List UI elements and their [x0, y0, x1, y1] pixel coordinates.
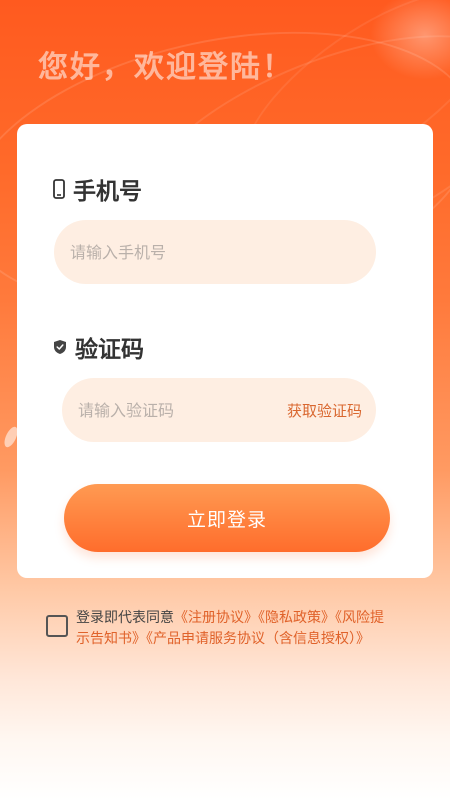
- phone-input-wrapper: [54, 220, 376, 284]
- verification-code-input[interactable]: [78, 400, 268, 420]
- phone-label-text: 手机号: [73, 179, 142, 205]
- phone-label: 手机号: [53, 172, 142, 206]
- login-card: 手机号 验证码 获取验证码 立即登录: [17, 124, 433, 578]
- link-privacy-policy[interactable]: 《隐私政策》: [258, 610, 335, 626]
- agreement-text: 登录即代表同意《注册协议》《隐私政策》《风险提示告知书》《产品申请服务协议（含信…: [76, 608, 396, 650]
- phone-icon: [53, 179, 65, 199]
- agreement-prefix: 登录即代表同意: [76, 610, 174, 626]
- login-button[interactable]: 立即登录: [64, 484, 390, 552]
- welcome-title: 您好，欢迎登陆！: [38, 50, 294, 85]
- get-code-button[interactable]: 获取验证码: [287, 400, 362, 421]
- agreement-checkbox[interactable]: [46, 615, 68, 637]
- code-input-wrapper: 获取验证码: [62, 378, 376, 442]
- link-registration-agreement[interactable]: 《注册协议》: [174, 610, 258, 626]
- background-glow: [370, 0, 450, 80]
- link-product-service-agreement[interactable]: 《产品申请服务协议（含信息授权）》: [146, 631, 370, 647]
- agreement-row: 登录即代表同意《注册协议》《隐私政策》《风险提示告知书》《产品申请服务协议（含信…: [46, 608, 396, 650]
- shield-icon: [53, 339, 67, 355]
- code-label: 验证码: [53, 330, 144, 364]
- phone-input[interactable]: [70, 242, 362, 262]
- code-label-text: 验证码: [75, 337, 144, 363]
